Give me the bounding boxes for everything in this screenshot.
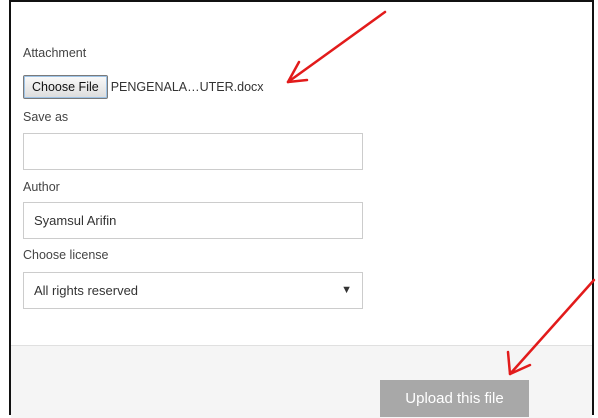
attachment-label: Attachment [23, 46, 87, 60]
selected-file-name: PENGENALA…UTER.docx [110, 80, 264, 94]
file-picker: Choose File PENGENALA…UTER.docx [23, 75, 264, 99]
save-as-label: Save as [23, 110, 69, 124]
file-upload-dialog: Attachment Choose File PENGENALA…UTER.do… [9, 0, 594, 418]
license-selected-value: All rights reserved [34, 283, 139, 298]
dialog-footer: Upload this file [11, 345, 592, 418]
author-label: Author [23, 180, 60, 194]
license-select[interactable]: All rights reserved ▼ [23, 272, 363, 309]
upload-file-button[interactable]: Upload this file [380, 380, 529, 417]
chevron-down-icon: ▼ [341, 284, 352, 296]
save-as-input[interactable] [23, 133, 363, 170]
choose-file-button[interactable]: Choose File [23, 75, 108, 99]
license-label: Choose license [23, 248, 109, 262]
author-input[interactable]: Syamsul Arifin [23, 202, 363, 239]
